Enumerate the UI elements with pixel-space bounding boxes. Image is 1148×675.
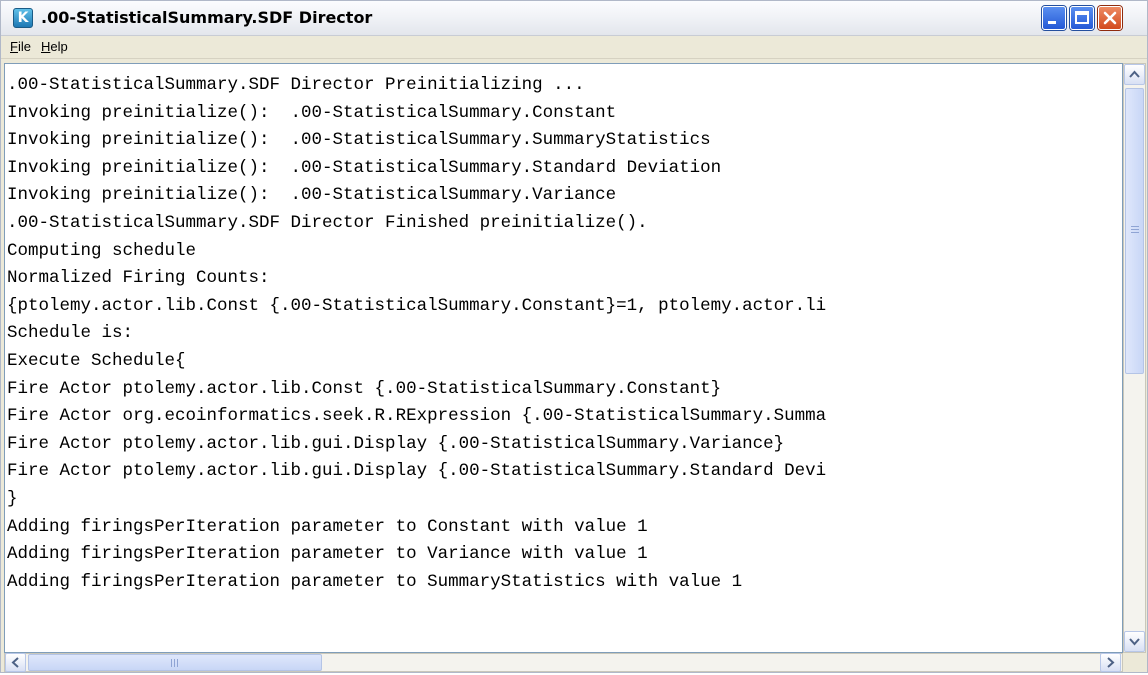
console-line: Adding firingsPerIteration parameter to … — [7, 571, 743, 592]
console-line: Fire Actor org.ecoinformatics.seek.R.REx… — [7, 406, 827, 427]
thumb-grip-line — [177, 659, 178, 667]
menu-help-mnemonic: H — [41, 39, 51, 54]
console-line: Schedule is: — [7, 323, 134, 344]
console-lines: .00-StatisticalSummary.SDF Director Prei… — [7, 72, 826, 596]
app-icon-letter: K — [17, 10, 29, 26]
console-line: {ptolemy.actor.lib.Const {.00-Statistica… — [7, 295, 827, 316]
director-window: K .00-StatisticalSummary.SDF Director Fi… — [0, 0, 1148, 673]
vertical-scrollbar[interactable] — [1123, 63, 1146, 653]
console-line: .00-StatisticalSummary.SDF Director Prei… — [7, 75, 585, 95]
thumb-grip-line — [174, 659, 175, 667]
console-line: Fire Actor ptolemy.actor.lib.Const {.00-… — [7, 378, 722, 399]
maximize-button[interactable] — [1070, 6, 1094, 30]
menu-help[interactable]: Help — [41, 39, 68, 54]
thumb-grip-line — [171, 659, 172, 667]
menu-file-label: ile — [17, 39, 31, 54]
console-line: Computing schedule — [7, 240, 197, 261]
thumb-grip-line — [1131, 229, 1139, 230]
arrow-right-icon — [1107, 657, 1115, 668]
arrow-left-icon — [11, 657, 19, 668]
menu-bar: File Help — [1, 36, 1147, 59]
minimize-button[interactable] — [1042, 6, 1066, 30]
minimize-icon — [1048, 21, 1056, 24]
close-icon — [1103, 11, 1117, 25]
arrow-up-icon — [1129, 70, 1140, 78]
console-line: Invoking preinitialize(): .00-Statistica… — [7, 102, 617, 123]
console-line: Adding firingsPerIteration parameter to … — [7, 516, 648, 537]
menu-file-mnemonic: F — [10, 39, 18, 54]
console-line: .00-StatisticalSummary.SDF Director Fini… — [7, 212, 648, 233]
console-output[interactable]: .00-StatisticalSummary.SDF Director Prei… — [4, 63, 1123, 653]
kepler-k-icon[interactable]: K — [13, 8, 33, 28]
menu-file[interactable]: File — [10, 39, 31, 54]
menu-help-label: elp — [50, 39, 68, 54]
console-line: Invoking preinitialize(): .00-Statistica… — [7, 185, 617, 206]
thumb-grip-line — [1131, 232, 1139, 233]
scroll-up-button[interactable] — [1124, 64, 1145, 85]
console-line: Fire Actor ptolemy.actor.lib.gui.Display… — [7, 461, 827, 482]
scrollbar-corner — [1123, 653, 1146, 672]
horizontal-scrollbar[interactable] — [4, 653, 1123, 672]
console-line: Execute Schedule{ — [7, 350, 186, 371]
console-line: Invoking preinitialize(): .00-Statistica… — [7, 130, 711, 151]
vertical-scroll-thumb[interactable] — [1125, 88, 1144, 374]
console-line: } — [7, 488, 18, 509]
title-bar[interactable]: K .00-StatisticalSummary.SDF Director — [1, 1, 1147, 36]
scroll-down-button[interactable] — [1124, 631, 1145, 652]
console-line: Invoking preinitialize(): .00-Statistica… — [7, 157, 722, 178]
maximize-icon — [1075, 11, 1089, 24]
scroll-left-button[interactable] — [5, 653, 26, 672]
console-line: Adding firingsPerIteration parameter to … — [7, 544, 648, 565]
console-line: Normalized Firing Counts: — [7, 268, 270, 289]
horizontal-scroll-thumb[interactable] — [28, 654, 322, 671]
window-title: .00-StatisticalSummary.SDF Director — [41, 8, 373, 27]
arrow-down-icon — [1129, 638, 1140, 646]
scroll-right-button[interactable] — [1100, 653, 1121, 672]
close-button[interactable] — [1098, 6, 1122, 30]
thumb-grip-line — [1131, 226, 1139, 227]
console-line: Fire Actor ptolemy.actor.lib.gui.Display… — [7, 433, 785, 454]
